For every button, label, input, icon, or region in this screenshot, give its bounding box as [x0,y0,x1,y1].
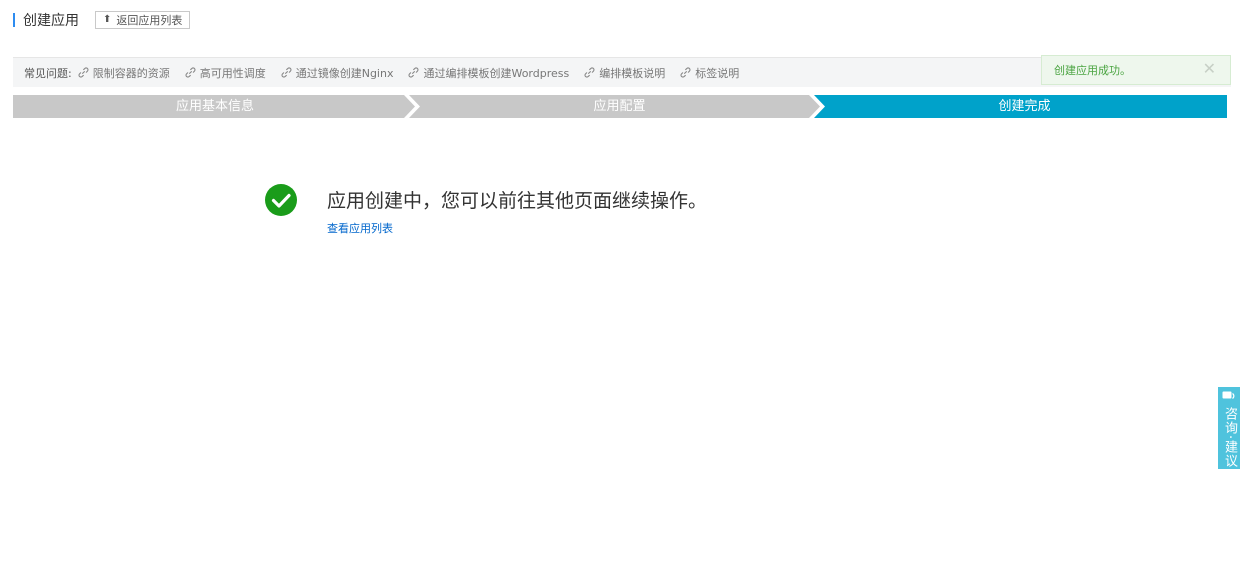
consult-label: 咨询·建议 [1222,407,1237,469]
page-title: 创建应用 [23,13,79,29]
faq-link-label: 限制容器的资源 [92,66,170,80]
faq-link-nginx-from-image[interactable]: 通过镜像创建Nginx [281,65,394,81]
chat-icon [1222,391,1236,405]
success-toast: 创建应用成功。 ✕ [1041,55,1231,85]
link-icon [408,67,419,78]
consult-feedback-tab[interactable]: 咨询·建议 [1218,387,1240,469]
check-circle-icon [265,184,297,216]
close-icon[interactable]: ✕ [1203,61,1216,77]
result-message: 应用创建中，您可以前往其他页面继续操作。 [327,190,708,212]
arrow-up-icon: ⬆ [103,14,112,25]
page-header: 创建应用 ⬆ 返回应用列表 [13,10,191,30]
faq-link-label: 标签说明 [695,66,740,80]
faq-link-label: 高可用性调度 [199,66,266,80]
link-icon [281,67,292,78]
step-indicator: 应用基本信息 应用配置 创建完成 [13,95,1227,118]
link-icon [584,67,595,78]
faq-label: 常见问题: [24,66,72,80]
faq-link-label: 编排模板说明 [599,66,666,80]
faq-link-container-resources[interactable]: 限制容器的资源 [78,65,170,81]
step-label-complete: 创建完成 [998,99,1051,114]
title-accent-bar [13,13,15,27]
faq-link-label-docs[interactable]: 标签说明 [680,65,739,81]
toast-message: 创建应用成功。 [1054,64,1131,77]
back-to-app-list-button[interactable]: ⬆ 返回应用列表 [95,11,191,29]
back-button-label: 返回应用列表 [116,14,183,27]
view-app-list-link[interactable]: 查看应用列表 [327,220,393,236]
faq-link-template-docs[interactable]: 编排模板说明 [584,65,665,81]
step-label-config: 应用配置 [593,99,646,114]
faq-link-wordpress-from-template[interactable]: 通过编排模板创建Wordpress [408,65,569,81]
step-label-basic-info: 应用基本信息 [175,99,254,114]
faq-link-label: 通过编排模板创建Wordpress [423,66,570,80]
faq-link-label: 通过镜像创建Nginx [295,66,394,80]
link-icon [185,67,196,78]
link-icon [78,67,89,78]
faq-link-ha-scheduling[interactable]: 高可用性调度 [185,65,266,81]
link-icon [680,67,691,78]
